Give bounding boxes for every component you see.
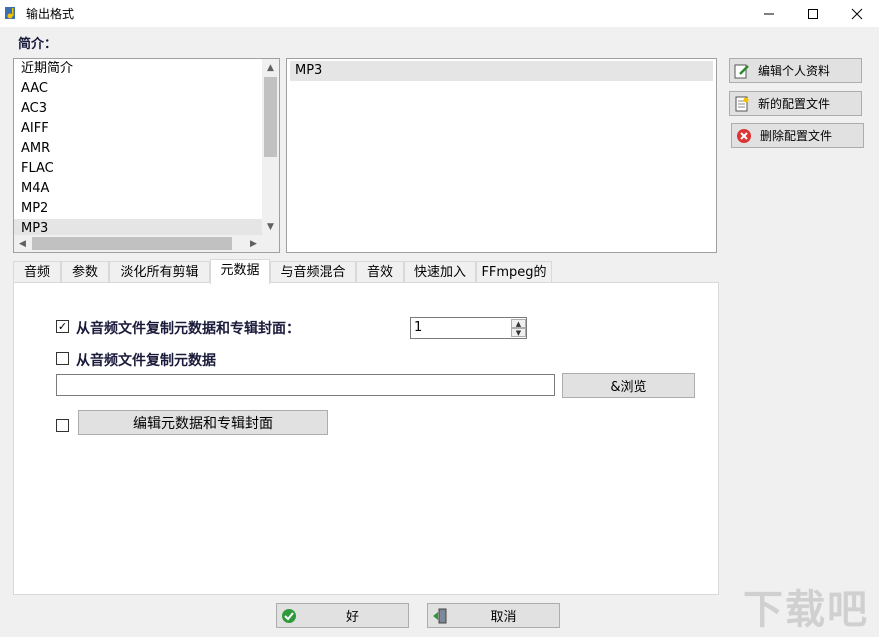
scroll-left-icon[interactable]: ◀ (14, 235, 31, 252)
tab-quick-join[interactable]: 快速加入 (404, 261, 476, 283)
exit-door-icon (433, 608, 447, 623)
minimize-icon (764, 13, 774, 14)
close-icon (851, 8, 863, 19)
tab-effects[interactable]: 音效 (356, 261, 404, 283)
list-item[interactable]: AIFF (21, 119, 49, 139)
copy-metadata-label: 从音频文件复制元数据 (76, 353, 216, 369)
scroll-up-icon[interactable]: ▲ (262, 59, 279, 76)
tab-fade-all-clips[interactable]: 淡化所有剪辑 (109, 261, 210, 283)
copy-metadata-checkbox[interactable] (56, 352, 69, 365)
delete-icon (737, 128, 751, 143)
track-number-stepper[interactable]: 1 ▲ ▼ (410, 317, 527, 339)
ok-button[interactable]: 好 (276, 603, 409, 628)
tab-parameters[interactable]: 参数 (61, 261, 109, 283)
edit-metadata-cover-label: 编辑元数据和专辑封面 (133, 415, 273, 432)
cancel-button[interactable]: 取消 (427, 603, 560, 628)
minimize-button[interactable] (747, 0, 791, 27)
edit-profile-label: 编辑个人资料 (758, 64, 831, 78)
list-item[interactable]: AAC (21, 79, 48, 99)
close-button[interactable] (835, 0, 879, 27)
edit-profile-button[interactable]: 编辑个人资料 (729, 58, 862, 83)
list-item[interactable]: FLAC (21, 159, 54, 179)
copy-with-cover-checkbox[interactable]: ✓ (56, 320, 69, 333)
new-document-icon (735, 96, 749, 111)
cancel-label: 取消 (490, 610, 517, 625)
edit-icon (734, 64, 749, 78)
stepper-buttons[interactable]: ▲ ▼ (511, 319, 526, 337)
maximize-icon (808, 8, 818, 19)
list-item[interactable]: AC3 (21, 99, 47, 119)
delete-profile-button[interactable]: 删除配置文件 (731, 123, 864, 148)
music-app-icon (5, 7, 15, 19)
ok-label: 好 (345, 610, 359, 625)
scroll-right-icon[interactable]: ▶ (245, 235, 262, 252)
new-profile-label: 新的配置文件 (758, 97, 831, 111)
title-bar: 输出格式 (0, 0, 879, 27)
source-path-input[interactable] (56, 374, 555, 396)
edit-metadata-cover-button[interactable]: 编辑元数据和专辑封面 (78, 410, 328, 435)
maximize-button[interactable] (791, 0, 835, 27)
list-item[interactable]: AMR (21, 139, 50, 159)
tab-mix-with-audio[interactable]: 与音频混合 (270, 261, 356, 283)
watermark: 下载吧 (743, 587, 869, 633)
new-profile-button[interactable]: 新的配置文件 (729, 91, 862, 116)
copy-with-cover-label: 从音频文件复制元数据和专辑封面： (76, 321, 300, 337)
stepper-value[interactable]: 1 (414, 320, 422, 335)
tab-metadata[interactable]: 元数据 (210, 259, 270, 284)
vertical-scroll-thumb[interactable] (264, 77, 277, 157)
horizontal-scrollbar[interactable]: ◀ ▶ (14, 235, 262, 252)
horizontal-scroll-thumb[interactable] (32, 237, 232, 250)
profiles-label: 简介： (18, 37, 58, 52)
check-icon (282, 608, 296, 623)
tab-audio[interactable]: 音频 (13, 261, 61, 283)
browse-label: &浏览 (610, 380, 647, 395)
list-item[interactable]: 近期简介 (21, 59, 73, 79)
delete-profile-label: 删除配置文件 (760, 129, 833, 143)
scroll-down-icon[interactable]: ▼ (262, 218, 279, 235)
profile-detail-list[interactable]: MP3 (286, 58, 717, 253)
list-item[interactable]: MP2 (21, 199, 48, 219)
stepper-up-icon[interactable]: ▲ (511, 319, 526, 328)
window-title: 输出格式 (26, 7, 75, 21)
list-item[interactable]: M4A (21, 179, 49, 199)
edit-metadata-checkbox[interactable] (56, 419, 69, 432)
scroll-corner (262, 235, 279, 252)
tab-ffmpeg[interactable]: FFmpeg的 (476, 261, 552, 283)
browse-button[interactable]: &浏览 (562, 373, 695, 398)
vertical-scrollbar[interactable]: ▲ ▼ (262, 59, 279, 235)
detail-item-selected[interactable]: MP3 (290, 61, 713, 81)
stepper-down-icon[interactable]: ▼ (511, 328, 526, 337)
profile-list[interactable]: 近期简介 AAC AC3 AIFF AMR FLAC M4A MP2 MP3 ▲… (13, 58, 280, 253)
